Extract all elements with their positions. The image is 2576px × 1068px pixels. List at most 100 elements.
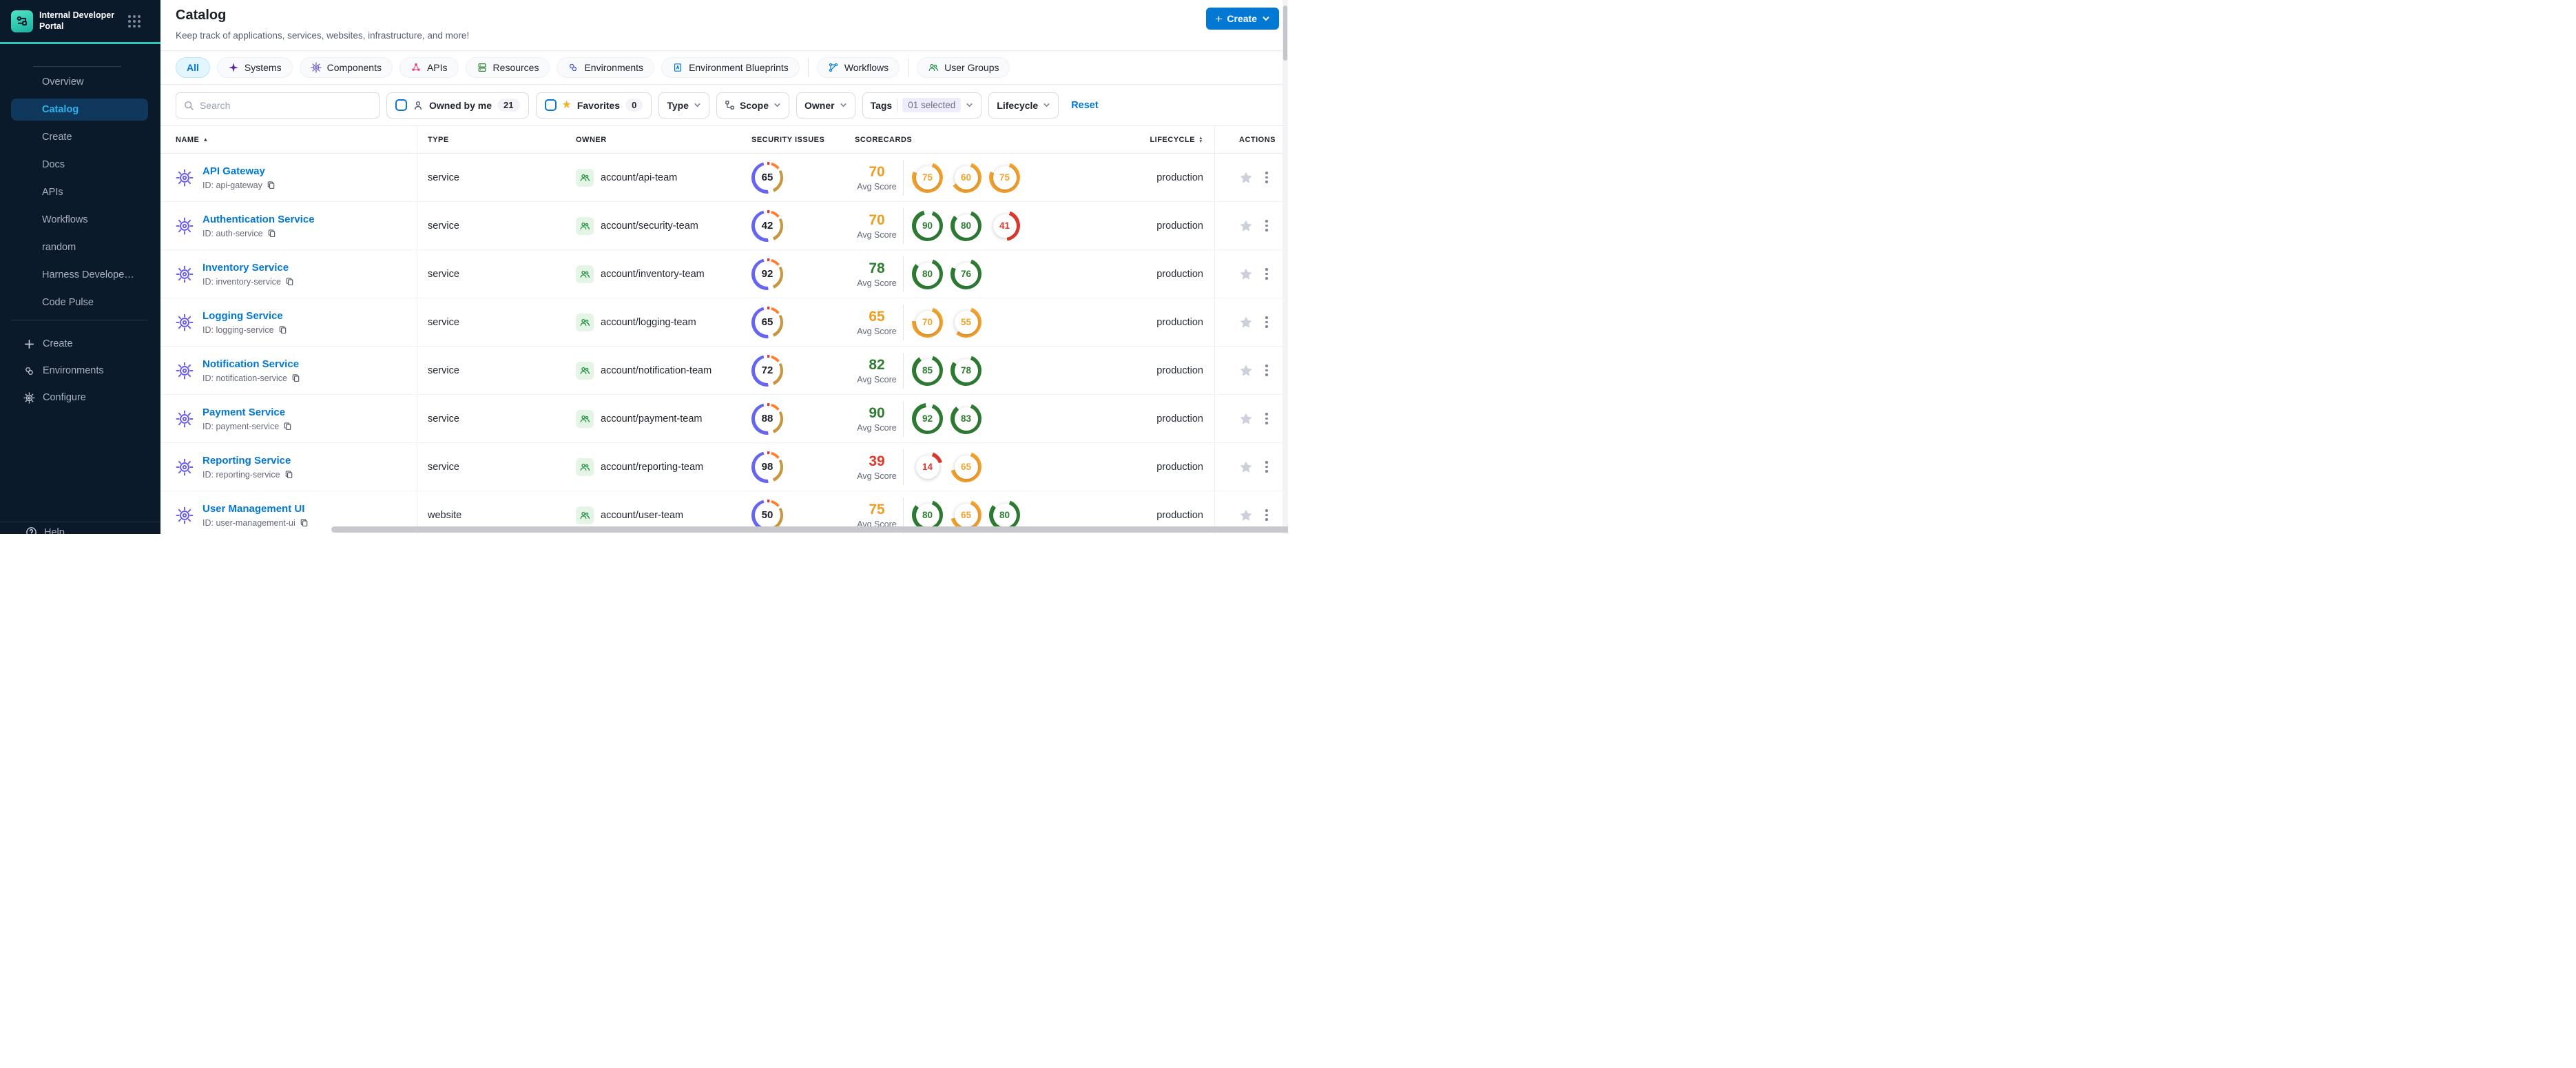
entity-name-link[interactable]: API Gateway	[202, 165, 265, 177]
entity-name-link[interactable]: Inventory Service	[202, 262, 289, 274]
tab-components[interactable]: Components	[299, 57, 393, 78]
avg-score-value: 70	[869, 163, 885, 180]
create-button[interactable]: + Create	[1206, 8, 1279, 30]
sidebar-item-label: Environments	[43, 365, 104, 376]
favorites-checkbox[interactable]	[544, 99, 557, 111]
row-menu-kebab-button[interactable]	[1264, 218, 1269, 233]
sidebar-item-harness-develope[interactable]: Harness Develope…	[11, 264, 148, 286]
favorite-star-button[interactable]	[1239, 364, 1253, 378]
favorite-star-button[interactable]	[1239, 460, 1253, 474]
sidebar-item-help[interactable]: Help	[25, 526, 65, 534]
column-header-type[interactable]: TYPE	[417, 126, 572, 153]
row-menu-kebab-button[interactable]	[1264, 315, 1269, 329]
owned-by-me-checkbox[interactable]	[395, 99, 407, 111]
copy-icon[interactable]	[267, 229, 276, 238]
copy-icon[interactable]	[291, 373, 300, 382]
copy-icon[interactable]	[283, 422, 292, 431]
owner-filter-dropdown[interactable]: Owner	[796, 92, 855, 119]
copy-icon[interactable]	[267, 181, 276, 189]
tab-user-groups[interactable]: User Groups	[917, 57, 1010, 78]
horizontal-scrollbar[interactable]	[331, 526, 1288, 533]
row-menu-kebab-button[interactable]	[1264, 363, 1269, 378]
vertical-scrollbar-thumb[interactable]	[1283, 6, 1287, 61]
copy-icon[interactable]	[284, 470, 293, 479]
favorite-star-button[interactable]	[1239, 509, 1253, 522]
scorecard-ring: 70	[912, 307, 943, 338]
lifecycle-filter-dropdown[interactable]: Lifecycle	[988, 92, 1059, 119]
tags-filter-dropdown[interactable]: Tags 01 selected	[862, 92, 982, 119]
sidebar-item-code-pulse[interactable]: Code Pulse	[11, 291, 148, 314]
entity-id-row: ID: api-gateway	[202, 181, 276, 190]
tab-workflows[interactable]: Workflows	[816, 57, 900, 78]
favorites-count: 0	[625, 99, 643, 112]
row-menu-kebab-button[interactable]	[1264, 508, 1269, 522]
favorite-star-button[interactable]	[1239, 316, 1253, 329]
scorecard-ring-value: 14	[915, 455, 939, 479]
vertical-scrollbar[interactable]	[1282, 0, 1288, 534]
avg-score-label: Avg Score	[857, 229, 897, 240]
avg-score-label: Avg Score	[857, 181, 897, 192]
scorecard-ring: 92	[912, 403, 943, 434]
app-grid-icon[interactable]	[128, 14, 141, 28]
sidebar-item-workflows[interactable]: Workflows	[11, 209, 148, 231]
sidebar-item-environments[interactable]: Environments	[0, 360, 160, 382]
page-title: Catalog	[176, 8, 227, 23]
column-header-owner[interactable]: OWNER	[572, 126, 747, 153]
copy-icon[interactable]	[285, 277, 294, 286]
owner-group-icon	[576, 265, 594, 283]
person-icon	[413, 100, 424, 111]
sidebar-item-docs[interactable]: Docs	[11, 154, 148, 176]
entity-name-link[interactable]: Authentication Service	[202, 214, 315, 225]
entity-name-link[interactable]: Payment Service	[202, 407, 285, 418]
search-input[interactable]	[200, 99, 372, 111]
sidebar-item-configure[interactable]: Configure	[0, 387, 160, 409]
sidebar-item-apis[interactable]: APIs	[11, 181, 148, 203]
avg-score-block: 90 Avg Score	[855, 405, 899, 433]
sidebar-item-overview[interactable]: Overview	[11, 71, 148, 93]
column-header-security-issues[interactable]: SECURITY ISSUES	[747, 126, 851, 153]
sidebar-item-create[interactable]: Create	[11, 126, 148, 148]
favorite-star-button[interactable]	[1239, 267, 1253, 281]
tab-systems[interactable]: Systems	[216, 57, 293, 78]
tab-environments[interactable]: Environments	[557, 57, 655, 78]
tab-all[interactable]: All	[176, 57, 210, 78]
reset-filters-link[interactable]: Reset	[1071, 100, 1099, 111]
copy-icon[interactable]	[300, 518, 309, 527]
workflows-icon	[828, 62, 839, 73]
table-row: Reporting Service ID: reporting-service se…	[160, 443, 1288, 491]
sidebar-item-random[interactable]: random	[11, 236, 148, 258]
row-menu-kebab-button[interactable]	[1264, 460, 1269, 474]
row-menu-kebab-button[interactable]	[1264, 170, 1269, 185]
favorite-star-button[interactable]	[1239, 412, 1253, 426]
favorites-filter[interactable]: ★ Favorites 0	[535, 92, 652, 119]
row-menu-kebab-button[interactable]	[1264, 267, 1269, 281]
owner-name: account/security-team	[601, 220, 698, 232]
hexagons-icon	[23, 364, 35, 377]
entity-name-link[interactable]: Logging Service	[202, 310, 283, 322]
type-filter-dropdown[interactable]: Type	[658, 92, 709, 119]
column-header-lifecycle[interactable]: LIFECYCLE ▲ ▼	[1150, 126, 1214, 153]
scorecards-cell: 82 Avg Score 85 78	[851, 347, 1150, 394]
favorites-label: Favorites	[577, 99, 621, 111]
scope-filter-dropdown[interactable]: Scope	[716, 92, 789, 119]
tab-apis[interactable]: APIs	[399, 57, 459, 78]
favorite-star-button[interactable]	[1239, 219, 1253, 233]
tab-label: Components	[326, 62, 382, 73]
entity-name-link[interactable]: User Management UI	[202, 503, 304, 515]
column-header-name[interactable]: NAME ▲	[160, 126, 417, 153]
copy-icon[interactable]	[278, 325, 287, 334]
entity-name-link[interactable]: Reporting Service	[202, 455, 291, 466]
favorite-star-button[interactable]	[1239, 171, 1253, 185]
entity-name-link[interactable]: Notification Service	[202, 358, 299, 370]
tab-environment-blueprints[interactable]: Environment Blueprints	[661, 57, 800, 78]
tab-resources[interactable]: Resources	[465, 57, 550, 78]
security-issues-cell: 65	[747, 154, 851, 201]
column-header-scorecards[interactable]: SCORECARDS	[851, 126, 1150, 153]
sidebar-item-create[interactable]: Create	[0, 333, 160, 355]
row-menu-kebab-button[interactable]	[1264, 411, 1269, 426]
chevron-down-icon	[1043, 101, 1050, 109]
owned-by-me-filter[interactable]: Owned by me 21	[386, 92, 529, 119]
sidebar-item-catalog[interactable]: Catalog	[11, 99, 148, 121]
entity-id: ID: notification-service	[202, 373, 287, 383]
scorecard-ring-value: 92	[915, 407, 939, 431]
